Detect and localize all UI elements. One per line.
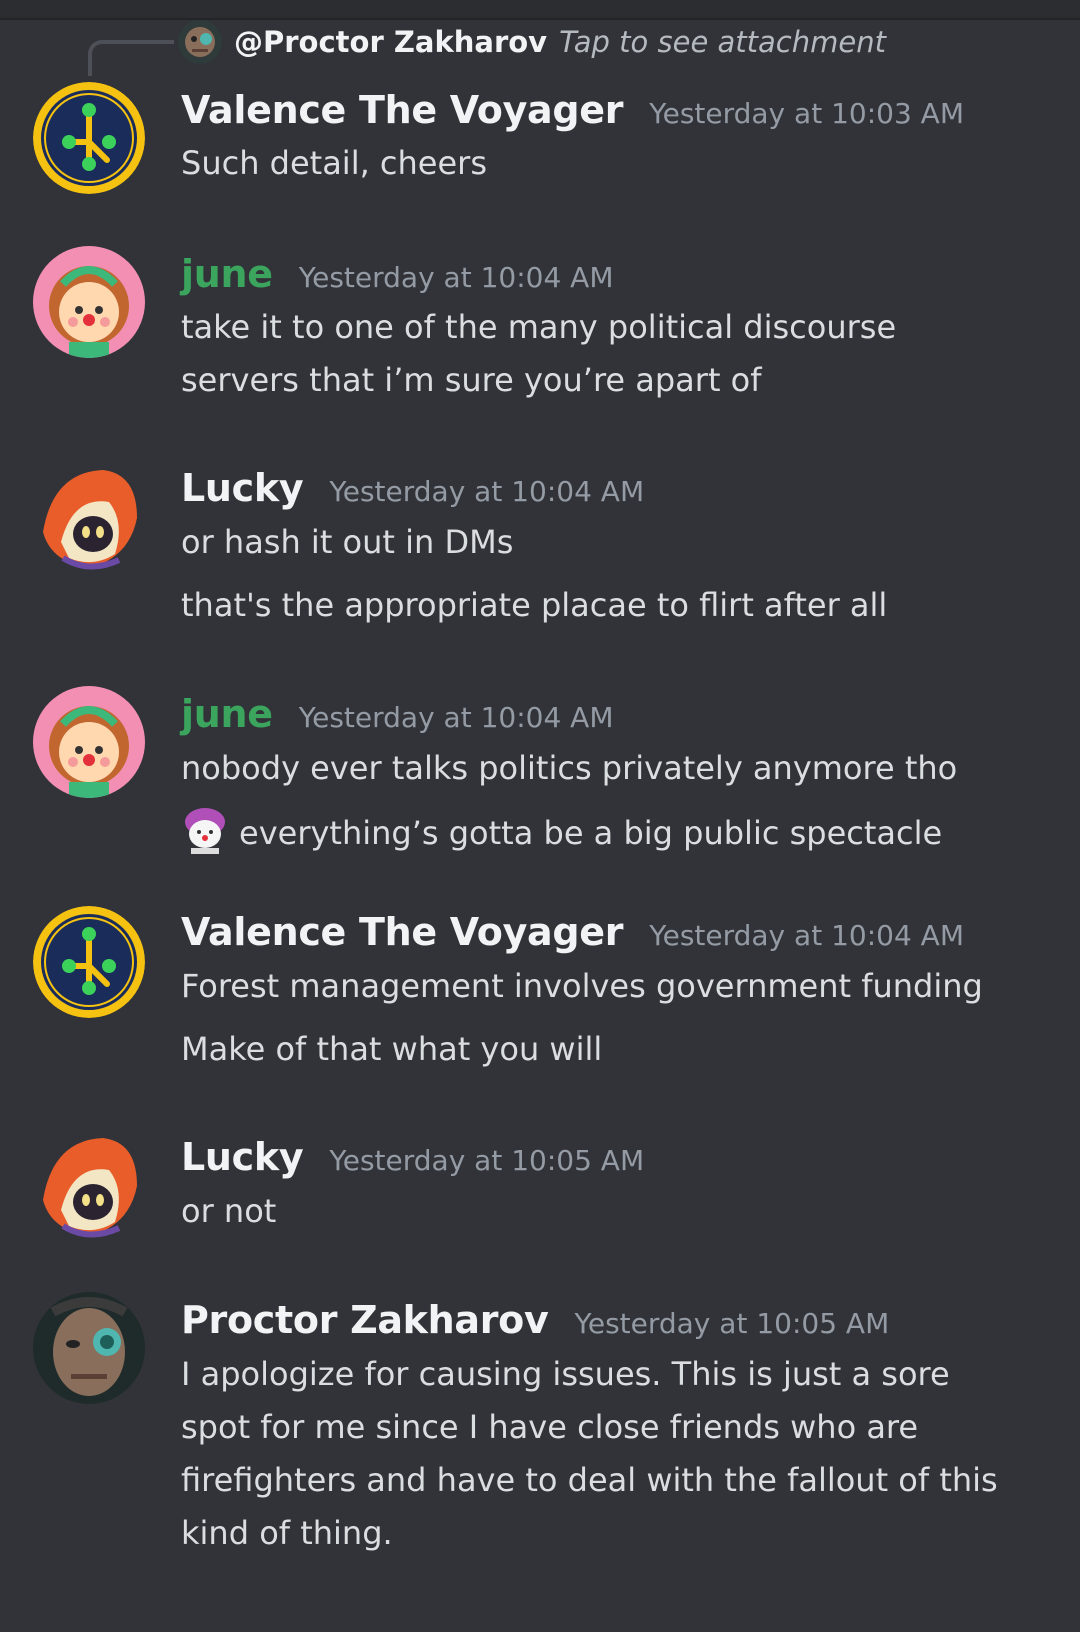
message-text: kind of thing.: [181, 1514, 393, 1552]
author-name[interactable]: Proctor Zakharov: [181, 1298, 549, 1342]
timestamp: Yesterday at 10:04 AM: [329, 475, 645, 508]
message-header: Proctor Zakharov Yesterday at 10:05 AM: [181, 1298, 889, 1342]
message-text: or hash it out in DMs: [181, 523, 514, 561]
custom-emoji-icon[interactable]: [179, 804, 231, 856]
message-text: or not: [181, 1192, 277, 1230]
valence-logo-icon: [33, 906, 145, 1018]
message-text: firefighters and have to deal with the f…: [181, 1461, 998, 1499]
timestamp: Yesterday at 10:05 AM: [574, 1307, 890, 1340]
avatar-june[interactable]: [33, 686, 145, 798]
author-name[interactable]: Lucky: [181, 1135, 304, 1179]
message-header: june Yesterday at 10:04 AM: [181, 692, 614, 736]
timestamp: Yesterday at 10:04 AM: [298, 701, 614, 734]
june-avatar-icon: [33, 246, 145, 358]
timestamp: Yesterday at 10:04 AM: [649, 919, 964, 952]
message-header: Valence The Voyager Yesterday at 10:04 A…: [181, 910, 964, 954]
avatar-proctor-zakharov[interactable]: [33, 1292, 145, 1404]
lucky-avatar-icon: [33, 462, 145, 574]
message-header: Valence The Voyager Yesterday at 10:03 A…: [181, 88, 964, 132]
author-name[interactable]: Lucky: [181, 466, 304, 510]
timestamp: Yesterday at 10:03 AM: [649, 97, 964, 130]
avatar-valence[interactable]: [33, 906, 145, 1018]
reply-reference[interactable]: @Proctor Zakharov Tap to see attachment: [178, 18, 886, 66]
timestamp: Yesterday at 10:04 AM: [298, 261, 614, 294]
timestamp: Yesterday at 10:05 AM: [329, 1144, 645, 1177]
proctor-avatar-icon: [33, 1292, 145, 1404]
message-text: Forest management involves government fu…: [181, 967, 983, 1005]
author-name[interactable]: june: [181, 692, 273, 736]
message-header: Lucky Yesterday at 10:04 AM: [181, 466, 644, 510]
reply-avatar[interactable]: [178, 20, 222, 64]
message-header: Lucky Yesterday at 10:05 AM: [181, 1135, 644, 1179]
message-text: take it to one of the many political dis…: [181, 308, 897, 346]
top-bar: [0, 0, 1080, 20]
valence-logo-icon: [33, 82, 145, 194]
lucky-avatar-icon: [33, 1130, 145, 1242]
message-header: june Yesterday at 10:04 AM: [181, 252, 614, 296]
avatar-lucky[interactable]: [33, 1130, 145, 1242]
author-name[interactable]: Valence The Voyager: [181, 88, 624, 132]
message-text: that's the appropriate placae to flirt a…: [181, 586, 888, 624]
author-name[interactable]: Valence The Voyager: [181, 910, 624, 954]
message-text: everything’s gotta be a big public spect…: [239, 814, 943, 852]
message-text: Such detail, cheers: [181, 144, 487, 182]
avatar-valence[interactable]: [33, 82, 145, 194]
message-text: I apologize for causing issues. This is …: [181, 1355, 950, 1393]
message-text-with-emoji: everything’s gotta be a big public spect…: [179, 804, 942, 856]
author-name[interactable]: june: [181, 252, 273, 296]
message-text: spot for me since I have close friends w…: [181, 1408, 919, 1446]
avatar-june[interactable]: [33, 246, 145, 358]
message-text: nobody ever talks politics privately any…: [181, 749, 958, 787]
reply-attachment-text[interactable]: Tap to see attachment: [559, 25, 886, 59]
message-text: Make of that what you will: [181, 1030, 603, 1068]
message-text: servers that i’m sure you’re apart of: [181, 361, 762, 399]
reply-author[interactable]: @Proctor Zakharov: [234, 25, 547, 59]
avatar-lucky[interactable]: [33, 462, 145, 574]
reply-connector: [88, 40, 174, 76]
june-avatar-icon: [33, 686, 145, 798]
